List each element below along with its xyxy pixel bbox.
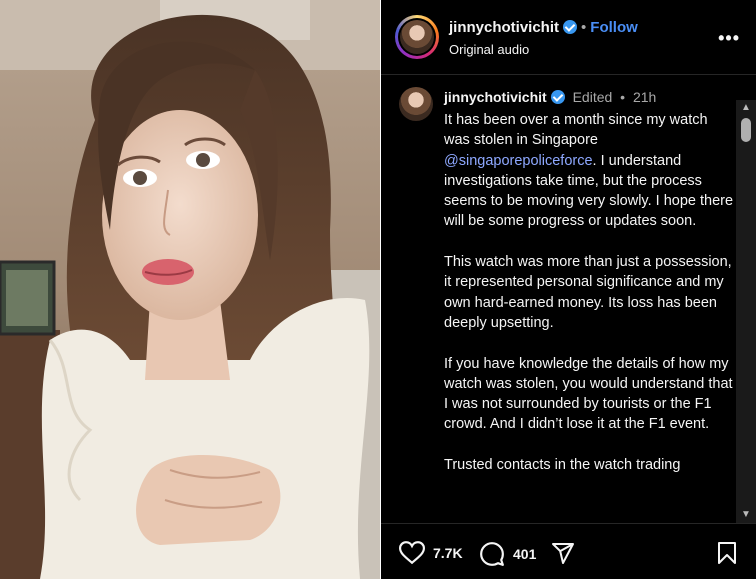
caption-timestamp[interactable]: 21h [633,89,656,105]
verified-badge-icon [563,20,578,34]
share-action[interactable] [551,541,575,565]
verified-badge-icon [550,90,565,104]
username-link[interactable]: jinnychotivichit [449,19,559,36]
scroll-down-arrow-icon[interactable]: ▼ [736,507,756,523]
post-viewer: jinnychotivichit • Follow Original audio •… [0,0,756,579]
caption-text-part1: It has been over a month since my watch … [444,112,712,149]
bookmark-icon[interactable] [717,541,737,565]
reel-video[interactable] [0,0,380,579]
edited-label: Edited [572,89,613,105]
post-side-panel: jinnychotivichit • Follow Original audio •… [381,0,756,579]
save-action[interactable] [717,541,737,565]
comments-section[interactable]: jinnychotivichit Edited • 21h It has bee… [381,75,756,523]
follow-button[interactable]: Follow [590,19,638,36]
comment-icon[interactable] [479,541,505,567]
scroll-up-arrow-icon[interactable]: ▲ [736,100,756,116]
caption-username[interactable]: jinnychotivichit [444,89,547,105]
separator-dot: • [620,89,626,105]
heart-icon[interactable] [399,541,425,565]
original-audio-link[interactable]: Original audio [449,42,529,57]
post-header: jinnychotivichit • Follow Original audio •… [381,0,756,75]
comment-action[interactable]: 401 [479,541,536,567]
scrollbar-thumb[interactable] [741,118,751,142]
scrollbar[interactable]: ▲ ▼ [736,100,756,523]
reel-video-frame [0,0,380,579]
more-options-icon[interactable]: ••• [718,28,740,49]
like-count: 7.7K [433,545,463,561]
avatar [400,20,434,54]
comment-count: 401 [513,546,537,562]
header-user-line: jinnychotivichit • Follow [449,19,638,36]
caption-avatar[interactable] [399,87,433,121]
caption-meta: jinnychotivichit Edited • 21h [444,89,656,105]
caption-text: It has been over a month since my watch … [444,110,734,475]
like-action[interactable]: 7.7K [399,541,463,565]
action-bar: 7.7K 401 [381,523,756,580]
story-ring-avatar[interactable] [395,15,439,59]
share-icon[interactable] [551,541,575,565]
caption-text-part2: . I understand investigations take time,… [444,152,734,474]
separator-dot: • [581,19,587,36]
mention-link[interactable]: @singaporepoliceforce [444,153,593,169]
